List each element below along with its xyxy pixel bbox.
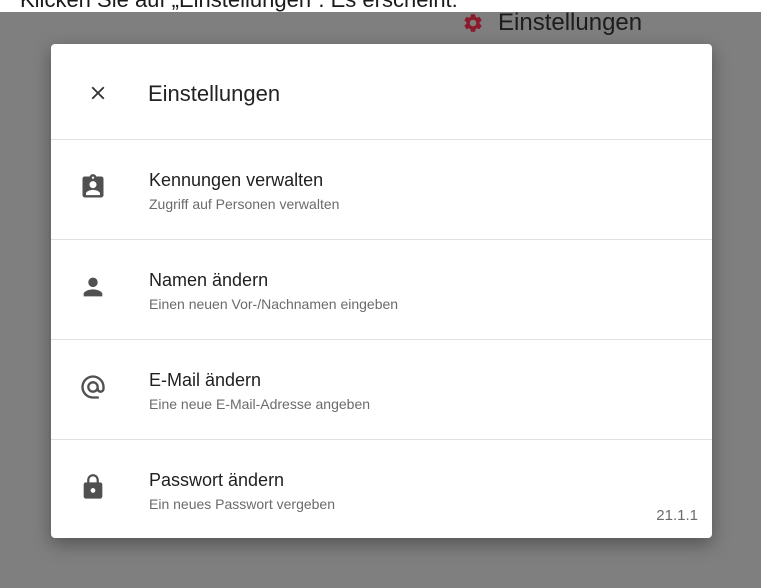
item-subtitle: Ein neues Passwort vergeben — [149, 496, 335, 512]
item-subtitle: Zugriff auf Personen verwalten — [149, 196, 340, 212]
item-title: E-Mail ändern — [149, 370, 262, 390]
lock-icon — [83, 474, 103, 499]
item-title: Kennungen verwalten — [149, 170, 324, 190]
dialog-title: Einstellungen — [148, 81, 281, 106]
close-icon[interactable] — [87, 82, 109, 104]
settings-item-change-name[interactable]: Namen ändern Einen neuen Vor-/Nachnamen … — [51, 240, 712, 340]
document-caption-strip: Klicken Sie auf „Einstellungen“. Es ersc… — [0, 0, 761, 12]
dialog-header: Einstellungen — [51, 44, 712, 140]
instruction-caption: Klicken Sie auf „Einstellungen“. Es ersc… — [20, 0, 458, 12]
gear-icon — [464, 14, 482, 32]
item-title: Namen ändern — [149, 270, 269, 290]
person-icon — [83, 277, 103, 297]
settings-dialog: Einstellungen Kennungen verwalten Zugrif… — [51, 44, 712, 538]
badge-icon — [82, 174, 104, 198]
item-subtitle: Einen neuen Vor-/Nachnamen eingeben — [149, 296, 399, 312]
background-settings-label: Einstellungen — [498, 9, 643, 36]
settings-item-manage-ids[interactable]: Kennungen verwalten Zugriff auf Personen… — [51, 140, 712, 240]
at-icon — [81, 375, 105, 399]
item-subtitle: Eine neue E-Mail-Adresse angeben — [149, 396, 371, 412]
background-settings-button: Einstellungen — [462, 6, 642, 40]
item-title: Passwort ändern — [149, 470, 285, 490]
version-label: 21.1.1 — [656, 507, 698, 524]
settings-item-change-password[interactable]: Passwort ändern Ein neues Passwort verge… — [51, 440, 712, 538]
settings-item-change-email[interactable]: E-Mail ändern Eine neue E-Mail-Adresse a… — [51, 340, 712, 440]
